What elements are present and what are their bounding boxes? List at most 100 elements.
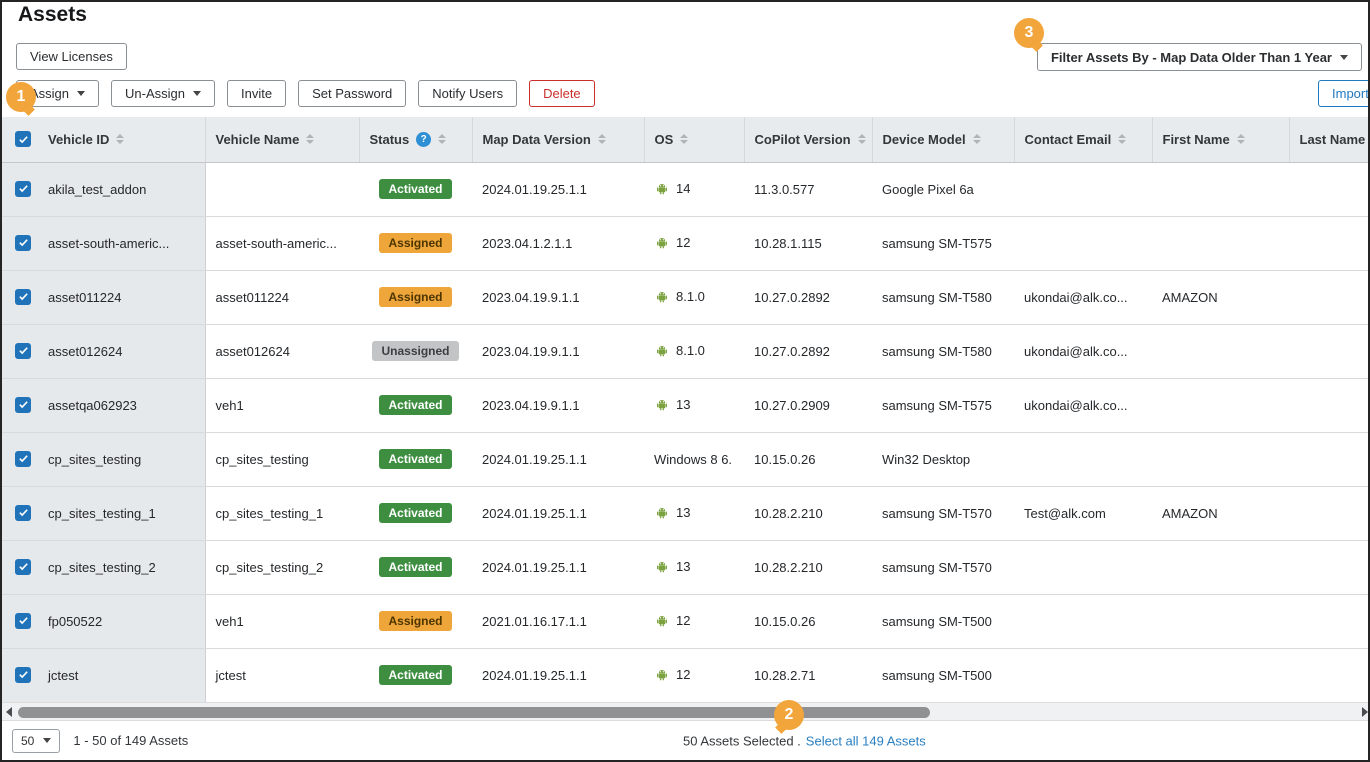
column-header-copilot_version[interactable]: CoPilot Version (744, 117, 872, 162)
last-name-cell (1289, 432, 1370, 486)
vehicle-name-cell: veh1 (205, 594, 359, 648)
os-label: 14 (676, 181, 690, 196)
vehicle-name-cell: asset-south-americ... (205, 216, 359, 270)
import-button[interactable]: Import (1318, 80, 1370, 107)
last-name-cell (1289, 486, 1370, 540)
vehicle-name-cell: jctest (205, 648, 359, 702)
status-badge: Activated (379, 557, 451, 577)
device-model-cell: Google Pixel 6a (872, 162, 1014, 216)
column-label: CoPilot Version (755, 132, 851, 147)
os-cell: 12 (644, 216, 744, 270)
sort-icon[interactable] (680, 134, 688, 144)
scroll-left-icon[interactable] (6, 707, 12, 717)
row-checkbox[interactable] (15, 235, 31, 251)
sort-icon[interactable] (858, 134, 866, 144)
sort-icon[interactable] (116, 134, 124, 144)
first-name-cell (1152, 162, 1289, 216)
row-checkbox-cell (2, 216, 44, 270)
copilot-version-cell: 10.27.0.2909 (744, 378, 872, 432)
notify-users-button[interactable]: Notify Users (418, 80, 517, 107)
row-checkbox[interactable] (15, 451, 31, 467)
sort-icon[interactable] (306, 134, 314, 144)
select-all-link[interactable]: Select all 149 Assets (806, 733, 926, 748)
chevron-down-icon (43, 738, 51, 743)
check-icon (18, 453, 29, 464)
device-model-cell: samsung SM-T500 (872, 648, 1014, 702)
delete-button[interactable]: Delete (529, 80, 595, 107)
os-label: 12 (676, 235, 690, 250)
column-header-device_model[interactable]: Device Model (872, 117, 1014, 162)
status-cell: Activated (359, 432, 472, 486)
check-icon (18, 291, 29, 302)
row-checkbox[interactable] (15, 505, 31, 521)
first-name-cell (1152, 540, 1289, 594)
select-all-checkbox[interactable] (15, 131, 31, 147)
last-name-cell (1289, 594, 1370, 648)
first-name-cell (1152, 432, 1289, 486)
row-checkbox[interactable] (15, 397, 31, 413)
contact-email-cell: ukondai@alk.co... (1014, 270, 1152, 324)
copilot-version-cell: 10.15.0.26 (744, 594, 872, 648)
invite-button[interactable]: Invite (227, 80, 286, 107)
sort-icon[interactable] (973, 134, 981, 144)
os-label: Windows 8 6. (654, 452, 732, 467)
column-header-os[interactable]: OS (644, 117, 744, 162)
sort-icon[interactable] (438, 134, 446, 144)
row-checkbox[interactable] (15, 613, 31, 629)
unassign-button[interactable]: Un-Assign (111, 80, 215, 107)
assets-table-container: Vehicle ID Vehicle NameStatus?Map Data Ve… (2, 117, 1370, 703)
last-name-cell (1289, 162, 1370, 216)
sort-icon[interactable] (1118, 134, 1126, 144)
check-icon (18, 669, 29, 680)
vehicle-id-cell: jctest (44, 648, 205, 702)
column-header-contact_email[interactable]: Contact Email (1014, 117, 1152, 162)
last-name-cell (1289, 216, 1370, 270)
android-icon (654, 614, 670, 627)
contact-email-cell: Test@alk.com (1014, 486, 1152, 540)
copilot-version-cell: 10.27.0.2892 (744, 270, 872, 324)
android-icon (654, 344, 670, 357)
scroll-right-icon[interactable] (1362, 707, 1368, 717)
column-header-status[interactable]: Status? (359, 117, 472, 162)
column-header-first_name[interactable]: First Name (1152, 117, 1289, 162)
column-header-vehicle_name[interactable]: Vehicle Name (205, 117, 359, 162)
row-checkbox[interactable] (15, 343, 31, 359)
horizontal-scrollbar[interactable] (2, 702, 1370, 721)
filter-assets-button[interactable]: Filter Assets By - Map Data Older Than 1… (1037, 43, 1362, 71)
row-checkbox[interactable] (15, 559, 31, 575)
set-password-button[interactable]: Set Password (298, 80, 406, 107)
contact-email-cell: ukondai@alk.co... (1014, 324, 1152, 378)
sort-icon[interactable] (1237, 134, 1245, 144)
contact-email-cell (1014, 648, 1152, 702)
column-header-vehicle_id[interactable]: Vehicle ID (44, 117, 205, 162)
view-licenses-button[interactable]: View Licenses (16, 43, 127, 70)
column-header-last_name[interactable]: Last Name (1289, 117, 1370, 162)
last-name-cell (1289, 378, 1370, 432)
row-checkbox[interactable] (15, 667, 31, 683)
column-header-map_data_version[interactable]: Map Data Version (472, 117, 644, 162)
column-label: Last Name (1300, 132, 1366, 147)
row-checkbox[interactable] (15, 289, 31, 305)
row-checkbox[interactable] (15, 181, 31, 197)
status-cell: Activated (359, 648, 472, 702)
os-cell: 8.1.0 (644, 324, 744, 378)
vehicle-id-cell: cp_sites_testing (44, 432, 205, 486)
status-badge: Assigned (379, 287, 451, 307)
check-icon (18, 183, 29, 194)
os-label: 13 (676, 397, 690, 412)
row-checkbox-cell (2, 270, 44, 324)
help-icon[interactable]: ? (416, 132, 431, 147)
android-icon (654, 182, 670, 195)
vehicle-id-cell: asset-south-americ... (44, 216, 205, 270)
sort-icon[interactable] (598, 134, 606, 144)
row-checkbox-cell (2, 594, 44, 648)
page-size-select[interactable]: 50 (12, 729, 60, 753)
os-cell: 13 (644, 378, 744, 432)
map-data-version-cell: 2023.04.19.9.1.1 (472, 378, 644, 432)
vehicle-id-cell: asset011224 (44, 270, 205, 324)
table-row: akila_test_addonActivated2024.01.19.25.1… (2, 162, 1370, 216)
map-data-version-cell: 2023.04.19.9.1.1 (472, 324, 644, 378)
os-cell: 13 (644, 540, 744, 594)
column-label: Vehicle ID (48, 132, 109, 147)
check-icon (18, 345, 29, 356)
